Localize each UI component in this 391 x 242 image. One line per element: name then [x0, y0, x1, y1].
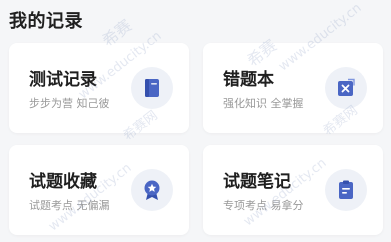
card-subtitle: 专项考点 易拿分	[223, 199, 304, 212]
card-title: 测试记录	[29, 70, 97, 90]
card-subtitle: 强化知识 全掌握	[223, 97, 304, 110]
card-test-records[interactable]: 测试记录 步步为营 知己彼	[9, 43, 189, 133]
section-title: 我的记录	[9, 11, 83, 32]
card-title: 错题本	[223, 70, 274, 90]
error-book-icon	[325, 67, 367, 109]
card-subtitle: 步步为营 知己彼	[29, 97, 110, 110]
favorite-badge-icon	[131, 169, 173, 211]
card-question-favorites[interactable]: 试题收藏 试题考点 无偏漏	[9, 145, 189, 235]
document-icon	[131, 67, 173, 109]
card-error-book[interactable]: 错题本 强化知识 全掌握	[203, 43, 383, 133]
card-subtitle: 试题考点 无偏漏	[29, 199, 110, 212]
card-title: 试题笔记	[223, 172, 291, 192]
clipboard-notes-icon	[325, 169, 367, 211]
card-title: 试题收藏	[29, 172, 97, 192]
card-question-notes[interactable]: 试题笔记 专项考点 易拿分	[203, 145, 383, 235]
